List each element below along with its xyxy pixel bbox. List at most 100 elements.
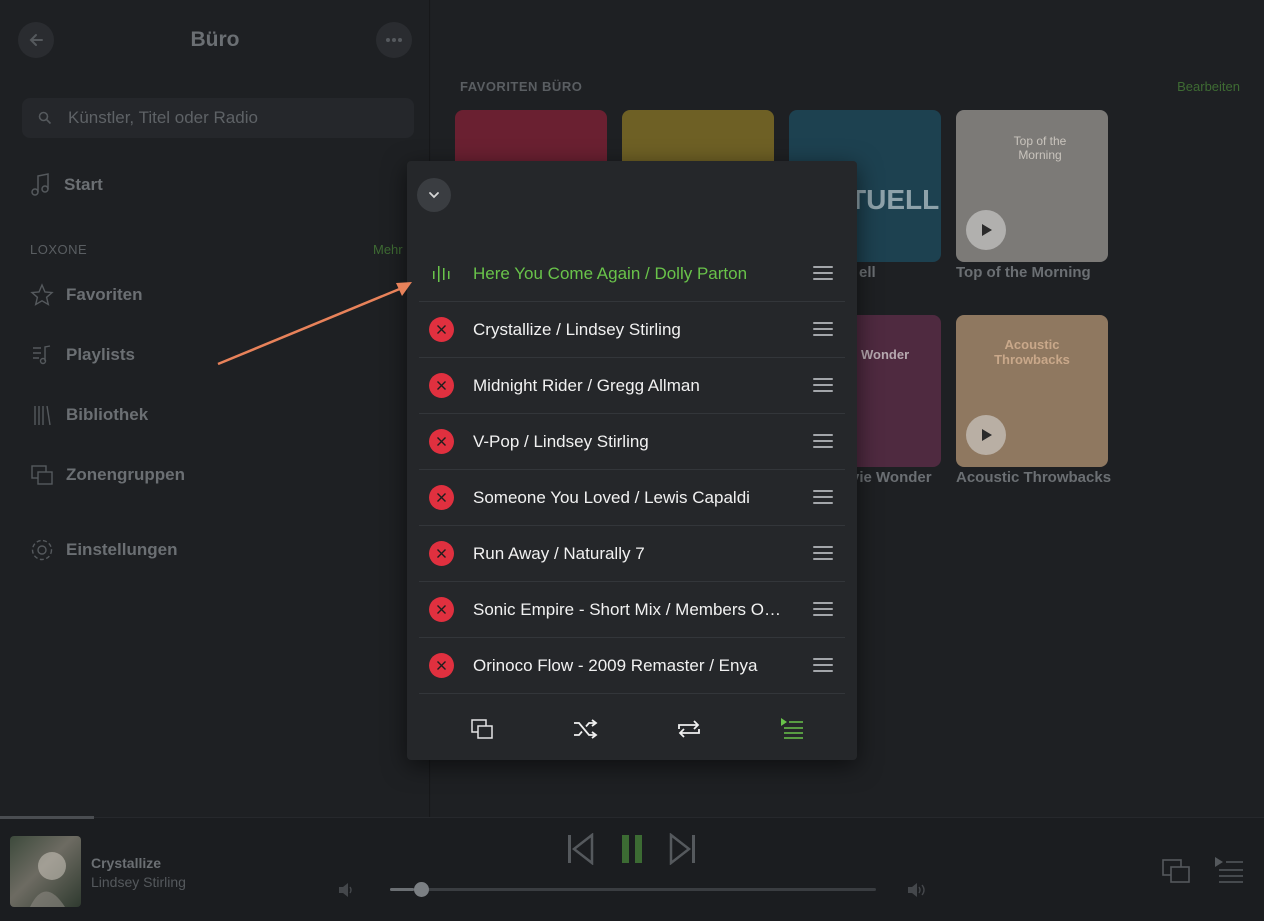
queue-item-title: Someone You Loved / Lewis Capaldi <box>473 487 750 507</box>
music-note-icon <box>31 173 49 196</box>
queue-item[interactable]: V-Pop / Lindsey Stirling <box>419 414 845 470</box>
queue-item[interactable]: Sonic Empire - Short Mix / Members O… <box>419 582 845 638</box>
sidebar-item-favoriten[interactable]: Favoriten <box>30 283 143 307</box>
volume-slider[interactable] <box>390 882 876 897</box>
sidebar-item-playlists[interactable]: Playlists <box>30 343 135 367</box>
repeat-icon <box>677 720 700 738</box>
queue-icon <box>1215 857 1243 883</box>
queue-list: Here You Come Again / Dolly Parton Cryst… <box>419 246 845 694</box>
favorites-section-label: FAVORITEN BÜRO <box>460 79 583 94</box>
queue-item-title: Orinoco Flow - 2009 Remaster / Enya <box>473 655 758 675</box>
queue-item-title: Midnight Rider / Gregg Allman <box>473 375 700 395</box>
remove-item-button[interactable] <box>428 541 454 566</box>
favorite-tile[interactable]: Acoustic Throwbacks <box>956 315 1108 467</box>
tile-caption: Acoustic Throwbacks <box>956 469 1112 486</box>
ellipsis-icon <box>386 38 402 42</box>
previous-button[interactable] <box>565 832 595 866</box>
queue-item[interactable]: Midnight Rider / Gregg Allman <box>419 358 845 414</box>
close-icon <box>436 605 446 614</box>
close-icon <box>436 549 446 558</box>
volume-up-button[interactable] <box>905 880 929 900</box>
tile-caption: vie Wonder <box>851 469 932 486</box>
remove-item-button[interactable] <box>428 373 454 398</box>
sidebar-item-einstellungen[interactable]: Einstellungen <box>30 538 177 562</box>
drag-handle-icon[interactable] <box>813 434 833 448</box>
tile-artwork-text: Acoustic Throwbacks <box>994 337 1070 367</box>
volume-high-icon <box>908 883 925 897</box>
sidebar: Büro Start LOXONE Mehr Favoriten Playlis… <box>0 0 430 817</box>
queue-item[interactable]: Orinoco Flow - 2009 Remaster / Enya <box>419 638 845 694</box>
zone-title: Büro <box>190 28 240 51</box>
player-bar: Crystallize Lindsey Stirling <box>0 816 1264 921</box>
search-box[interactable] <box>22 98 414 138</box>
queue-item[interactable]: Crystallize / Lindsey Stirling <box>419 302 845 358</box>
sidebar-item-zonengruppen[interactable]: Zonengruppen <box>30 463 185 487</box>
queue-popup: Here You Come Again / Dolly Parton Cryst… <box>407 161 857 760</box>
play-button[interactable] <box>966 210 1006 250</box>
close-icon <box>436 381 446 390</box>
now-playing-title: Crystallize <box>91 855 162 871</box>
favorite-tile[interactable]: Top of the Morning <box>956 110 1108 262</box>
drag-handle-icon[interactable] <box>813 266 833 280</box>
zone-group-button[interactable] <box>1160 856 1192 886</box>
drag-handle-icon[interactable] <box>813 322 833 336</box>
close-icon <box>436 661 446 670</box>
collapse-button[interactable] <box>417 178 451 212</box>
play-icon <box>982 429 992 441</box>
library-icon <box>34 405 51 426</box>
remove-item-button[interactable] <box>428 597 454 622</box>
more-options-button[interactable] <box>376 22 412 58</box>
sidebar-item-bibliothek[interactable]: Bibliothek <box>30 403 148 427</box>
play-icon <box>982 224 992 236</box>
close-icon <box>436 437 446 446</box>
drag-handle-icon[interactable] <box>813 546 833 560</box>
queue-toolbar <box>427 711 837 747</box>
remove-item-button[interactable] <box>428 653 454 678</box>
volume-down-button[interactable] <box>336 880 356 900</box>
pause-button[interactable] <box>618 832 646 866</box>
tile-caption: Top of the Morning <box>956 264 1091 281</box>
drag-handle-icon[interactable] <box>813 602 833 616</box>
drag-handle-icon[interactable] <box>813 378 833 392</box>
now-playing-bars-icon <box>433 265 450 282</box>
skip-previous-icon <box>568 833 594 865</box>
queue-item-title: Sonic Empire - Short Mix / Members O… <box>473 599 781 619</box>
search-input[interactable] <box>68 108 388 128</box>
track-progress-bar[interactable] <box>0 816 94 819</box>
queue-item-title: Run Away / Naturally 7 <box>473 543 645 563</box>
volume-low-icon <box>339 883 352 897</box>
close-icon <box>436 493 446 502</box>
queue-item[interactable]: Someone You Loved / Lewis Capaldi <box>419 470 845 526</box>
remove-item-button[interactable] <box>428 429 454 454</box>
tile-artwork-text: TUELL <box>849 184 940 215</box>
volume-slider-knob[interactable] <box>414 882 430 897</box>
drag-handle-icon[interactable] <box>813 658 833 672</box>
tile-artwork-text: Top of the Morning <box>1013 134 1067 162</box>
zone-group-button[interactable] <box>467 714 497 744</box>
queue-item[interactable]: Run Away / Naturally 7 <box>419 526 845 582</box>
queue-item-current[interactable]: Here You Come Again / Dolly Parton <box>419 246 845 302</box>
tile-artwork-text: Wonder <box>861 347 910 362</box>
queue-icon <box>780 718 803 739</box>
gear-icon <box>31 539 53 561</box>
queue-button[interactable] <box>1212 854 1246 886</box>
sidebar-item-label: Favoriten <box>66 285 143 304</box>
remove-item-button[interactable] <box>428 317 454 342</box>
skip-next-icon <box>669 833 695 865</box>
volume-slider-fill <box>390 888 415 891</box>
remove-item-button[interactable] <box>428 485 454 510</box>
shuffle-button[interactable] <box>570 714 600 744</box>
queue-button-active[interactable] <box>777 714 807 744</box>
play-button[interactable] <box>966 415 1006 455</box>
section-more-link[interactable]: Mehr <box>373 242 403 257</box>
repeat-button[interactable] <box>674 714 704 744</box>
shuffle-icon <box>574 719 598 739</box>
sidebar-item-label: Bibliothek <box>66 405 149 424</box>
drag-handle-icon[interactable] <box>813 490 833 504</box>
edit-link[interactable]: Bearbeiten <box>1177 79 1240 94</box>
next-button[interactable] <box>668 832 698 866</box>
zone-group-icon <box>1162 859 1190 883</box>
album-cover <box>10 836 81 907</box>
sidebar-item-label: Playlists <box>66 345 135 364</box>
sidebar-item-start[interactable]: Start <box>30 172 103 198</box>
